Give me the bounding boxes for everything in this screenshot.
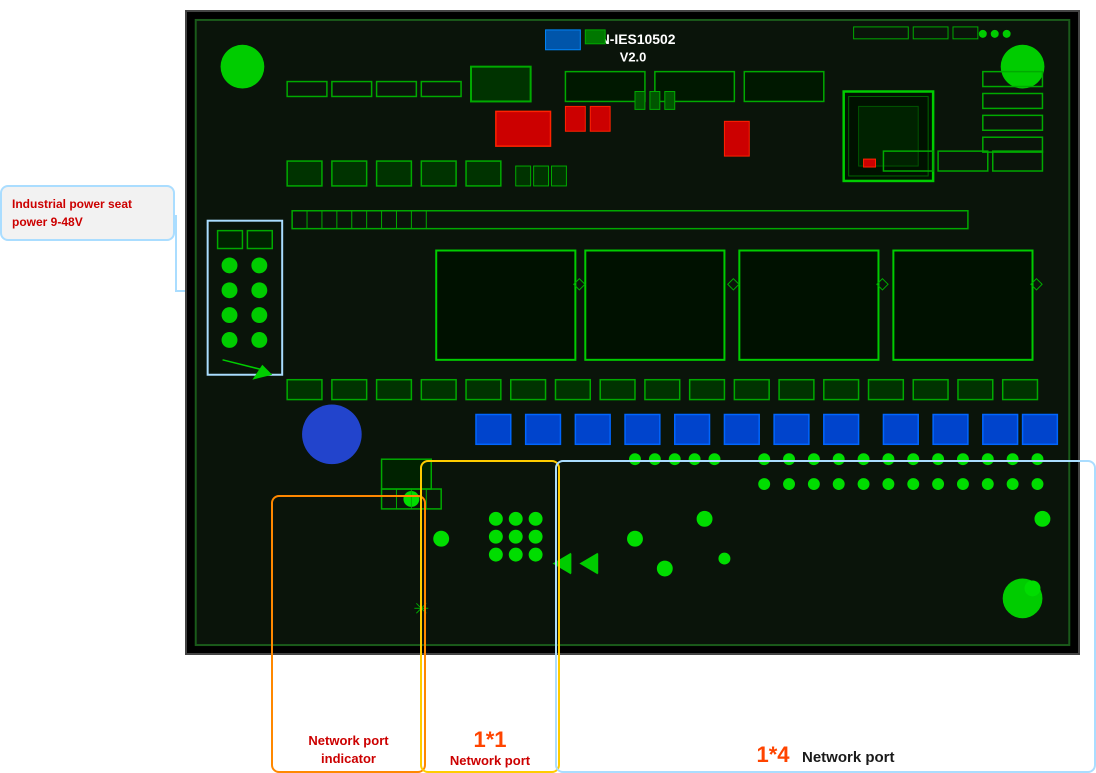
1x1-network-port-label: 1*1 Network port: [420, 727, 560, 768]
1x4-network-port-label: 1*4 Network port: [555, 742, 1096, 768]
1x4-network-port-annotation-box: [555, 460, 1096, 773]
svg-text:V2.0: V2.0: [620, 50, 647, 65]
power-annotation-box: Industrial power seat power 9-48V: [0, 185, 175, 241]
power-annotation-text: Industrial power seat power 9-48V: [12, 195, 163, 231]
network-indicator-label: Network port indicator: [271, 732, 426, 768]
power-callout-v-line: [175, 215, 177, 290]
